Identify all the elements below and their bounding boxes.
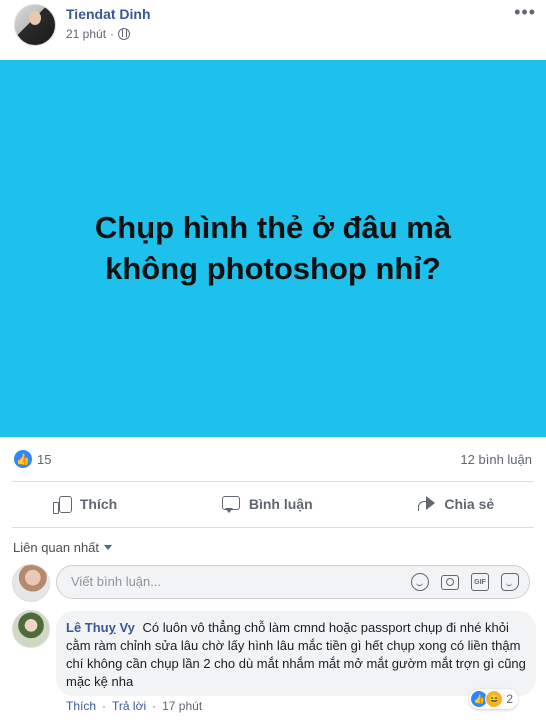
post-meta: 21 phút · xyxy=(66,27,131,41)
author-avatar[interactable] xyxy=(14,4,56,46)
comment-author[interactable]: Lê Thuỵ Vy xyxy=(66,620,135,635)
comment-button-label: Bình luận xyxy=(248,496,313,512)
globe-icon[interactable] xyxy=(118,28,131,40)
sticker-icon[interactable] xyxy=(501,573,519,591)
composer-icons: GIF xyxy=(411,573,519,591)
like-button[interactable]: Thích xyxy=(34,489,135,519)
comment-sort-dropdown[interactable]: Liên quan nhất xyxy=(13,540,113,555)
comment-like-link[interactable]: Thích xyxy=(66,699,96,713)
avatar-face xyxy=(29,11,41,25)
post-actions: Thích Bình luận Chia sẻ xyxy=(0,484,546,524)
thumbs-up-icon xyxy=(52,495,72,514)
author-name[interactable]: Tiendat Dinh xyxy=(66,6,151,22)
more-dots-icon[interactable]: ••• xyxy=(514,2,536,23)
comment-button[interactable]: Bình luận xyxy=(203,489,331,519)
comment-count[interactable]: 12 bình luận xyxy=(460,452,532,467)
comment-bubble-icon xyxy=(221,495,241,513)
share-button[interactable]: Chia sẻ xyxy=(398,489,512,519)
share-arrow-icon xyxy=(416,495,436,513)
share-button-label: Chia sẻ xyxy=(444,496,495,512)
comment-body: Lê Thuỵ Vy Có luôn vô thẳng chỗ làm cmnd… xyxy=(66,619,526,691)
like-reaction-icon[interactable]: 👍 xyxy=(14,450,32,468)
comment-input[interactable] xyxy=(69,573,373,590)
post-image[interactable]: Chụp hình thẻ ở đâu mà không photoshop n… xyxy=(0,60,546,437)
like-count[interactable]: 15 xyxy=(37,452,51,467)
camera-icon[interactable] xyxy=(441,575,459,590)
sort-label: Liên quan nhất xyxy=(13,540,100,555)
commenter-avatar[interactable] xyxy=(12,610,50,648)
gif-icon[interactable]: GIF xyxy=(471,573,489,591)
comment-reaction-count: 2 xyxy=(506,692,513,706)
comment-actions: Thích · Trả lời · 17 phút xyxy=(66,699,202,713)
post-time[interactable]: 21 phút xyxy=(66,27,106,41)
like-button-label: Thích xyxy=(79,496,118,512)
divider xyxy=(12,527,534,528)
comment-time[interactable]: 17 phút xyxy=(162,699,202,713)
comment-reply-link[interactable]: Trả lời xyxy=(112,699,146,713)
comment-bubble: Lê Thuỵ Vy Có luôn vô thẳng chỗ làm cmnd… xyxy=(56,611,536,696)
reactions-bar: 👍 15 12 bình luận xyxy=(0,448,546,472)
comment-composer: GIF xyxy=(56,565,530,599)
comment-reactions[interactable]: 👍 😆 2 xyxy=(469,689,518,709)
emoji-icon[interactable] xyxy=(411,573,429,591)
dot-separator: · xyxy=(152,699,157,713)
post-header: Tiendat Dinh 21 phút · ••• xyxy=(0,0,546,58)
haha-reaction-icon: 😆 xyxy=(485,690,504,708)
divider xyxy=(12,481,534,482)
dot-separator: · xyxy=(102,699,107,713)
current-user-avatar xyxy=(12,564,50,602)
caret-down-icon xyxy=(104,545,113,550)
meta-separator: · xyxy=(110,27,115,41)
post-image-text: Chụp hình thẻ ở đâu mà không photoshop n… xyxy=(94,210,452,286)
